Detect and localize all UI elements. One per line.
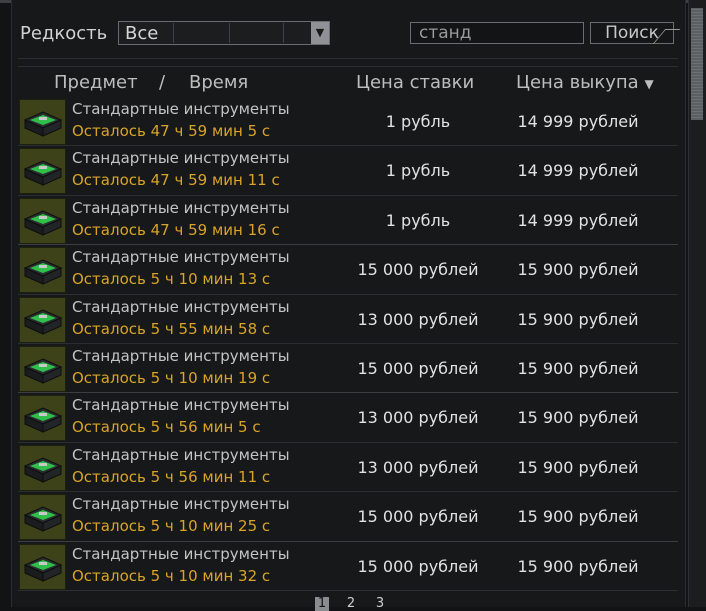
search-button-label: Поиск <box>605 23 659 43</box>
buyout-price: 14 999 рублей <box>517 210 639 230</box>
bid-price: 1 рубль <box>385 112 451 131</box>
item-name: Стандартные инструменты <box>72 248 290 267</box>
time-remaining: Осталось 47 ч 59 мин 11 с <box>72 171 280 190</box>
buyout-price: 14 999 рублей <box>517 112 639 131</box>
column-time[interactable]: Время <box>189 72 248 93</box>
tools-item-icon <box>19 444 66 491</box>
table-row[interactable]: Стандартные инструменты Осталось 5 ч 56 м… <box>18 443 678 493</box>
item-name: Стандартные инструменты <box>72 149 290 168</box>
scrollbar[interactable] <box>688 0 706 607</box>
bid-price: 15 000 рублей <box>357 358 479 378</box>
auction-list: Стандартные инструменты Осталось 47 ч 59 … <box>18 97 678 591</box>
rarity-label: Редкость <box>20 23 108 44</box>
time-remaining: Осталось 5 ч 56 мин 11 с <box>72 467 271 486</box>
tools-item-icon <box>19 543 66 590</box>
bid-price: 1 рубль <box>385 210 451 230</box>
table-row[interactable]: Стандартные инструменты Осталось 5 ч 10 м… <box>18 245 678 295</box>
search-input[interactable] <box>410 22 584 44</box>
item-name: Стандартные инструменты <box>72 198 290 217</box>
buyout-price: 15 900 рублей <box>517 507 639 527</box>
buyout-price: 15 900 рублей <box>517 260 639 280</box>
item-name: Стандартные инструменты <box>72 100 290 118</box>
item-name: Стандартные инструменты <box>72 544 290 563</box>
tools-item-icon <box>19 247 66 294</box>
bid-price: 13 000 рублей <box>357 408 479 428</box>
buyout-price: 15 900 рублей <box>517 457 639 477</box>
item-name: Стандартные инструменты <box>72 346 290 365</box>
tools-item-icon <box>19 99 66 145</box>
bid-price: 15 000 рублей <box>357 507 479 527</box>
table-row[interactable]: Стандартные инструменты Осталось 5 ч 10 м… <box>18 492 678 542</box>
column-buyout-label: Цена выкупа <box>516 72 639 93</box>
time-remaining: Осталось 5 ч 55 мин 58 с <box>72 319 271 338</box>
divider <box>18 66 678 67</box>
scrollbar-thumb[interactable] <box>691 8 703 120</box>
tools-item-icon <box>19 345 66 392</box>
bid-price: 13 000 рублей <box>357 309 479 329</box>
sort-desc-icon: ▼ <box>644 77 654 91</box>
time-remaining: Осталось 5 ч 10 мин 32 с <box>72 566 271 585</box>
buyout-price: 14 999 рублей <box>517 161 639 181</box>
rarity-select-value: Все <box>125 23 159 44</box>
buyout-price: 15 900 рублей <box>517 309 639 329</box>
bid-price: 15 000 рублей <box>357 556 479 576</box>
item-name: Стандартные инструменты <box>72 445 290 464</box>
tools-item-icon <box>19 395 66 442</box>
page-3-button[interactable]: 3 <box>373 597 387 611</box>
page-1-button[interactable]: 1 <box>315 597 329 611</box>
table-row[interactable]: Стандартные инструменты Осталось 47 ч 59 … <box>18 146 678 196</box>
column-item[interactable]: Предмет <box>54 72 138 93</box>
time-remaining: Осталось 47 ч 59 мин 5 с <box>72 122 271 140</box>
column-separator: / <box>159 72 166 93</box>
select-divider <box>283 23 284 43</box>
tools-item-icon <box>19 148 66 195</box>
item-name: Стандартные инструменты <box>72 396 290 415</box>
table-row[interactable]: Стандартные инструменты Осталось 47 ч 59 … <box>18 196 678 246</box>
table-row[interactable]: Стандартные инструменты Осталось 47 ч 59 … <box>18 97 678 147</box>
tools-item-icon <box>19 494 66 541</box>
divider <box>18 58 678 59</box>
table-row[interactable]: Стандартные инструменты Осталось 5 ч 10 м… <box>18 344 678 394</box>
rarity-select[interactable]: Все ▼ <box>118 21 330 45</box>
column-buyout[interactable]: Цена выкупа ▼ <box>516 72 654 93</box>
tools-item-icon <box>19 197 66 244</box>
time-remaining: Осталось 5 ч 10 мин 25 с <box>72 517 271 536</box>
table-row[interactable]: Стандартные инструменты Осталось 5 ч 55 м… <box>18 295 678 344</box>
select-divider <box>173 23 174 43</box>
search-button[interactable]: Поиск <box>590 22 681 44</box>
time-remaining: Осталось 47 ч 59 мин 16 с <box>72 220 280 239</box>
bid-price: 13 000 рублей <box>357 457 479 477</box>
time-remaining: Осталось 5 ч 10 мин 13 с <box>72 270 271 289</box>
auction-panel: Редкость Все ▼ Поиск Предмет / Время Цен… <box>11 0 686 611</box>
item-name: Стандартные инструменты <box>72 495 290 514</box>
tools-item-icon <box>19 296 66 343</box>
buyout-price: 15 900 рублей <box>517 556 639 576</box>
time-remaining: Осталось 5 ч 56 мин 5 с <box>72 418 261 437</box>
buyout-price: 15 900 рублей <box>517 358 639 378</box>
table-row[interactable]: Стандартные инструменты Осталось 5 ч 10 м… <box>18 542 678 591</box>
time-remaining: Осталось 5 ч 10 мин 19 с <box>72 368 271 387</box>
buyout-price: 15 900 рублей <box>517 408 639 428</box>
table-row[interactable]: Стандартные инструменты Осталось 5 ч 56 м… <box>18 393 678 443</box>
column-bid[interactable]: Цена ставки <box>356 72 474 93</box>
bid-price: 1 рубль <box>385 161 451 181</box>
filter-bar: Редкость Все ▼ Поиск <box>12 14 685 54</box>
select-divider <box>229 23 230 43</box>
page-2-button[interactable]: 2 <box>344 597 358 611</box>
chevron-down-icon[interactable]: ▼ <box>311 22 329 44</box>
bid-price: 15 000 рублей <box>357 260 479 280</box>
item-name: Стандартные инструменты <box>72 297 290 316</box>
table-header: Предмет / Время Цена ставки Цена выкупа … <box>12 70 685 96</box>
